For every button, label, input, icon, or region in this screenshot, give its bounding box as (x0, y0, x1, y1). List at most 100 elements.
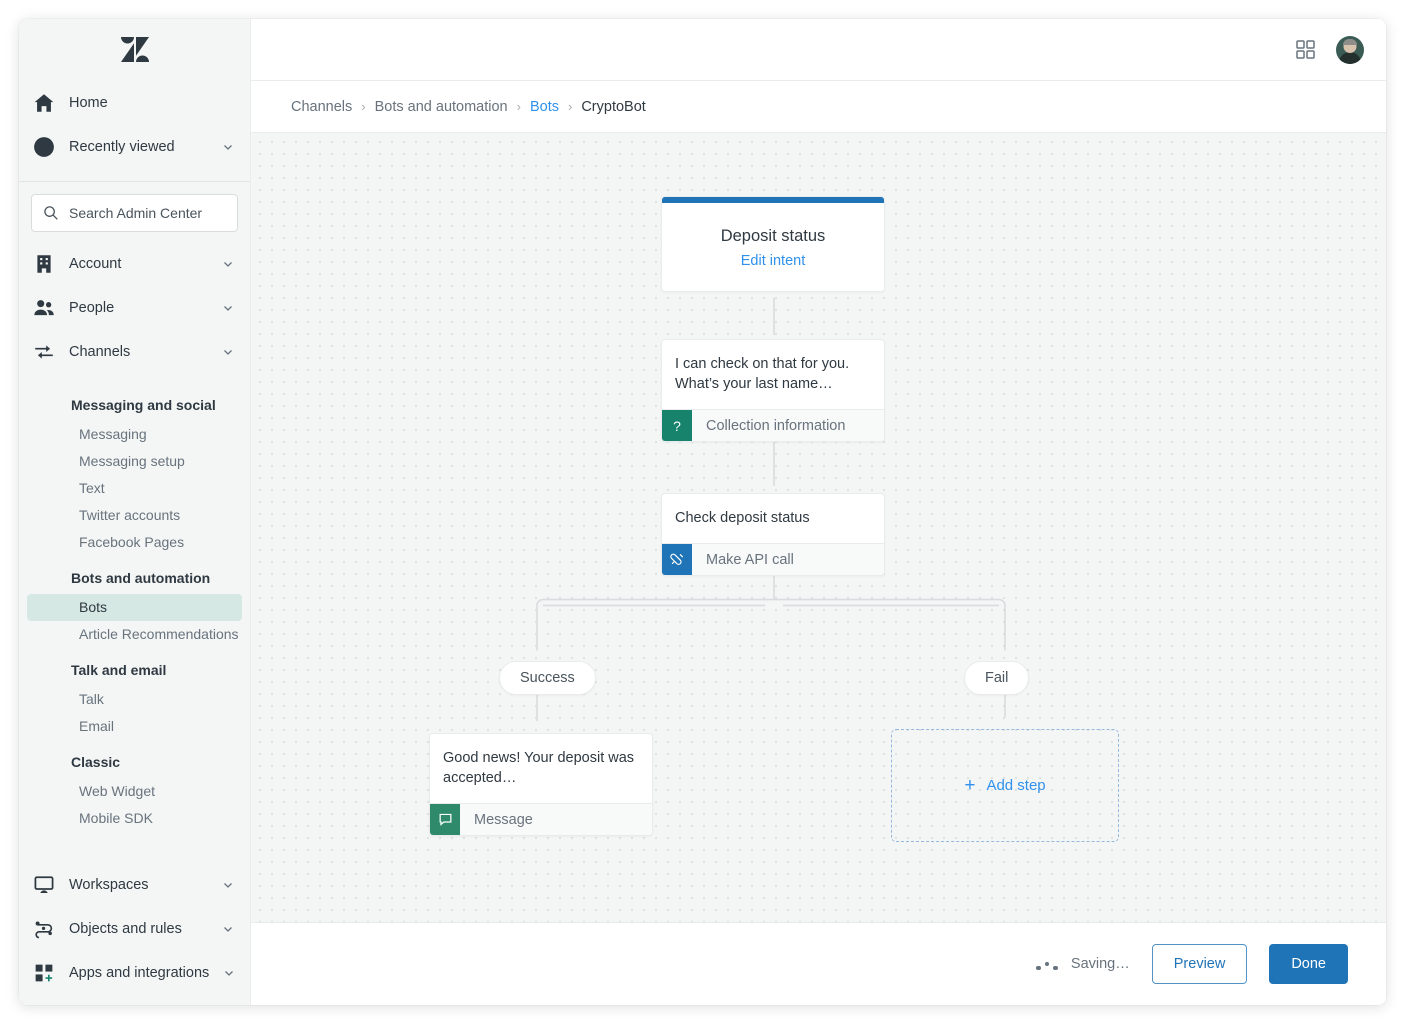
step-type-label: Make API call (706, 551, 794, 568)
branch-pill-fail[interactable]: Fail (964, 661, 1030, 695)
step-footer: ? Collection information (662, 409, 884, 441)
sidebar-item-twitter-accounts[interactable]: Twitter accounts (27, 502, 242, 529)
search-input[interactable] (69, 205, 226, 221)
flow-canvas[interactable]: Deposit status Edit intent I can check o… (251, 133, 1386, 923)
sidebar-item-label: Channels (69, 344, 131, 360)
avatar[interactable] (1336, 35, 1364, 64)
avatar-hair (1343, 38, 1357, 45)
avatar-body (1339, 51, 1361, 64)
step-node-collection-information[interactable]: I can check on that for you. What’s your… (661, 339, 885, 442)
intent-title: Deposit status (720, 227, 826, 245)
sidebar-item-talk[interactable]: Talk (27, 686, 242, 713)
zendesk-logo-icon[interactable] (120, 37, 149, 63)
logo-row (19, 19, 250, 81)
breadcrumb-item-channels[interactable]: Channels (291, 99, 352, 115)
sidebar-bottom-nav: Workspaces Objects and rules Apps and in… (19, 857, 250, 1005)
api-plug-icon (662, 544, 692, 575)
sidebar-main-nav: Account People Channels Messaging and so… (19, 240, 250, 857)
add-step-button[interactable]: + Add step (891, 729, 1119, 842)
sidebar-item-text[interactable]: Text (27, 475, 242, 502)
sidebar-item-label: Account (69, 256, 122, 272)
apps-plus-icon (33, 962, 55, 984)
sidebar-item-bots[interactable]: Bots (27, 594, 242, 621)
sidebar-group-title: Talk and email (71, 662, 167, 678)
search-icon (44, 206, 58, 220)
breadcrumb-item-bots-and-automation[interactable]: Bots and automation (375, 99, 508, 115)
sidebar-item-workspaces[interactable]: Workspaces (19, 863, 250, 907)
sidebar-item-facebook-pages[interactable]: Facebook Pages (27, 529, 242, 556)
people-icon (33, 297, 55, 319)
loading-dots-icon (1036, 958, 1058, 970)
sidebar-group-title: Messaging and social (71, 397, 216, 413)
step-type-label: Collection information (706, 417, 846, 434)
step-node-message[interactable]: Good news! Your deposit was accepted… Me… (429, 733, 653, 836)
sidebar: Home Recently viewed Account (19, 19, 251, 1005)
breadcrumb-separator: › (361, 99, 366, 114)
sidebar-item-account[interactable]: Account (19, 242, 250, 286)
saving-text: Saving… (1070, 956, 1130, 972)
saving-status: Saving… (1036, 956, 1130, 972)
step-node-make-api-call[interactable]: Check deposit status Make API call (661, 493, 885, 576)
intent-body: Deposit status Edit intent (662, 203, 884, 291)
done-button[interactable]: Done (1269, 944, 1348, 984)
sidebar-item-label: Apps and integrations (69, 965, 210, 981)
step-text: Check deposit status (675, 510, 810, 526)
plus-icon: + (964, 775, 976, 796)
breadcrumb-item-bots[interactable]: Bots (530, 99, 559, 115)
step-text: Good news! Your deposit was accepted… (443, 750, 635, 786)
home-icon (33, 92, 55, 114)
sidebar-item-email[interactable]: Email (27, 713, 242, 740)
sidebar-item-people[interactable]: People (19, 286, 250, 330)
intent-node[interactable]: Deposit status Edit intent (661, 196, 885, 292)
sidebar-item-mobile-sdk[interactable]: Mobile SDK (27, 805, 242, 832)
breadcrumb: Channels › Bots and automation › Bots › … (251, 81, 1386, 133)
chevron-down-icon (225, 971, 234, 976)
chevron-down-icon (224, 306, 232, 311)
apps-grid-icon[interactable] (1295, 39, 1316, 60)
sidebar-group-title: Bots and automation (71, 570, 211, 586)
monitor-icon (33, 874, 55, 896)
footer-bar: Saving… Preview Done (251, 923, 1386, 1005)
edit-intent-link[interactable]: Edit intent (676, 253, 870, 269)
breadcrumb-item-cryptobot: CryptoBot (581, 98, 646, 115)
breadcrumb-separator: › (516, 99, 521, 114)
sidebar-item-messaging-setup[interactable]: Messaging setup (27, 448, 242, 475)
breadcrumb-separator: › (567, 99, 573, 114)
sidebar-item-label: Recently viewed (69, 139, 175, 155)
sidebar-item-web-widget[interactable]: Web Widget (27, 778, 242, 805)
sidebar-item-recently-viewed[interactable]: Recently viewed (19, 125, 250, 169)
question-mark-icon: ? (662, 410, 692, 441)
branch-pill-success[interactable]: Success (499, 661, 596, 695)
sidebar-item-label: Objects and rules (69, 921, 182, 937)
chevron-down-icon (224, 350, 232, 355)
flow-diagram: Deposit status Edit intent I can check o… (251, 133, 1386, 922)
sidebar-item-messaging[interactable]: Messaging (27, 421, 242, 448)
step-text: I can check on that for you. What’s your… (675, 356, 850, 392)
search-box[interactable] (31, 194, 238, 232)
sidebar-item-label: People (69, 300, 115, 316)
message-bubble-icon (430, 804, 460, 835)
sidebar-item-label: Workspaces (69, 877, 149, 893)
step-type-label: Message (474, 811, 533, 828)
search-wrap (19, 182, 250, 240)
main-area: Channels › Bots and automation › Bots › … (251, 19, 1386, 1005)
add-step-label: Add step (986, 777, 1046, 794)
objects-rules-icon (33, 918, 55, 940)
top-bar (251, 19, 1386, 81)
sidebar-item-channels[interactable]: Channels (19, 330, 250, 374)
chevron-down-icon (224, 927, 232, 932)
sidebar-group-title: Classic (71, 754, 121, 770)
chevron-down-icon (224, 262, 232, 267)
sidebar-top-nav: Home Recently viewed (19, 81, 250, 182)
preview-button[interactable]: Preview (1151, 944, 1248, 984)
sidebar-item-objects-and-rules[interactable]: Objects and rules (19, 907, 250, 951)
admin-center-window: Home Recently viewed Account (19, 19, 1386, 1005)
chevron-down-icon (224, 145, 232, 150)
channels-arrows-icon (33, 341, 55, 363)
sidebar-item-home[interactable]: Home (19, 81, 250, 125)
clock-icon (33, 136, 55, 158)
chevron-down-icon (224, 883, 232, 888)
sidebar-item-article-recommendations[interactable]: Article Recommendations (27, 621, 242, 648)
sidebar-item-label: Home (69, 95, 108, 111)
sidebar-item-apps-and-integrations[interactable]: Apps and integrations (19, 951, 250, 995)
